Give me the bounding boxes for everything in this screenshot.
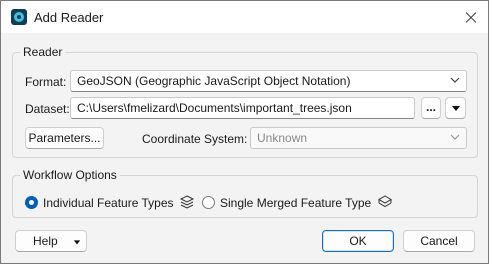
window-title: Add Reader (34, 10, 104, 25)
chevron-down-icon (449, 74, 461, 86)
cancel-button[interactable]: Cancel (403, 230, 475, 252)
format-select[interactable]: GeoJSON (Geographic JavaScript Object No… (70, 70, 467, 92)
browse-button[interactable]: ... (421, 97, 441, 119)
layers-icon (378, 195, 392, 208)
ok-button-label: OK (349, 234, 367, 248)
reader-group-label: Reader (20, 45, 66, 59)
individual-feature-types-radio[interactable] (25, 196, 38, 209)
dataset-dropdown-button[interactable] (445, 97, 466, 119)
dataset-label: Dataset: (25, 102, 70, 116)
fme-app-icon (11, 9, 27, 25)
individual-feature-types-label[interactable]: Individual Feature Types (43, 196, 174, 210)
title-bar: Add Reader (1, 1, 488, 33)
single-merged-feature-type-radio[interactable] (202, 196, 215, 209)
dataset-input[interactable]: C:\Users\fmelizard\Documents\important_t… (70, 97, 415, 119)
workflow-options-label: Workflow Options (20, 168, 120, 182)
coordinate-system-label: Coordinate System: (142, 132, 248, 146)
help-button-label: Help (33, 234, 58, 248)
ok-button[interactable]: OK (322, 230, 394, 252)
parameters-button[interactable]: Parameters... (25, 127, 104, 149)
dataset-input-value: C:\Users\fmelizard\Documents\important_t… (77, 101, 352, 115)
coordinate-system-select[interactable]: Unknown (250, 127, 467, 149)
format-select-value: GeoJSON (Geographic JavaScript Object No… (77, 74, 351, 88)
format-label: Format: (25, 75, 67, 89)
chevron-down-icon (449, 131, 461, 143)
help-button[interactable]: Help (15, 230, 87, 252)
triangle-down-icon (452, 106, 460, 111)
add-reader-dialog: Add Reader Reader Format: GeoJSON (Geogr… (0, 0, 489, 264)
close-button[interactable] (453, 1, 488, 33)
layers-icon (179, 195, 195, 209)
browse-button-label: ... (425, 100, 436, 114)
cancel-button-label: Cancel (420, 234, 458, 248)
coordinate-system-value: Unknown (257, 131, 308, 145)
parameters-button-label: Parameters... (28, 131, 101, 145)
triangle-down-icon (73, 240, 81, 245)
single-merged-feature-type-label[interactable]: Single Merged Feature Type (220, 196, 371, 210)
